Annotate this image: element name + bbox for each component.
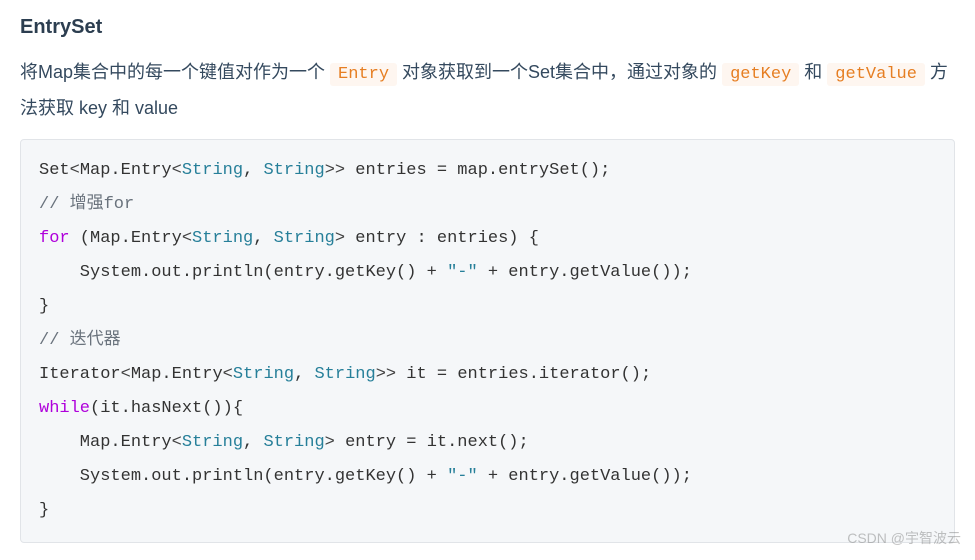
code-line: System.out.println(entry.getKey() + "-" … (39, 263, 692, 282)
code-line: System.out.println(entry.getKey() + "-" … (39, 467, 692, 486)
code-line: // 增强for (39, 195, 134, 214)
section-description: 将Map集合中的每一个键值对作为一个 Entry 对象获取到一个Set集合中，通… (20, 55, 955, 125)
code-block: Set<Map.Entry<String, String>> entries =… (20, 139, 955, 543)
inline-code-getvalue: getValue (827, 63, 925, 86)
code-line: // 迭代器 (39, 331, 121, 350)
code-line: } (39, 501, 49, 520)
section-heading: EntrySet (20, 16, 955, 39)
desc-text: 和 (799, 62, 827, 82)
code-line: while(it.hasNext()){ (39, 399, 243, 418)
inline-code-entry: Entry (330, 63, 397, 86)
desc-text: 将Map集合中的每一个键值对作为一个 (20, 62, 330, 82)
code-line: Set<Map.Entry<String, String>> entries =… (39, 161, 610, 180)
code-line: for (Map.Entry<String, String> entry : e… (39, 229, 539, 248)
inline-code-getkey: getKey (722, 63, 799, 86)
code-line: } (39, 297, 49, 316)
code-line: Iterator<Map.Entry<String, String>> it =… (39, 365, 651, 384)
desc-text: 对象获取到一个Set集合中，通过对象的 (397, 62, 722, 82)
code-line: Map.Entry<String, String> entry = it.nex… (39, 433, 529, 452)
